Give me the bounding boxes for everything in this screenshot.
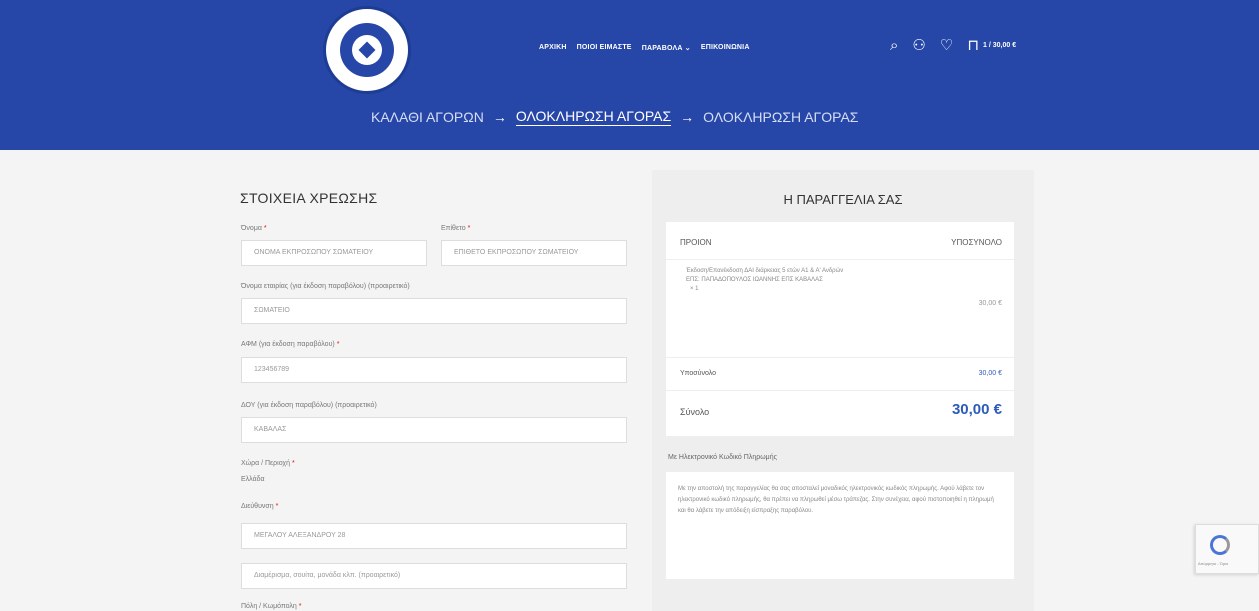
last-name-input[interactable]: ΕΠΙΘΕΤΟ ΕΚΠΡΟΣΩΠΟΥ ΣΩΜΑΤΕΙΟΥ	[441, 240, 627, 266]
city-label-text: Πόλη / Κωμόπολη	[241, 603, 297, 610]
step-checkout[interactable]: ΟΛΟΚΛΗΡΩΣΗ ΑΓΟΡΑΣ	[515, 108, 672, 126]
country-label-text: Χώρα / Περιοχή	[241, 460, 290, 467]
site-header: ΑΡΧΙΚΗ ΠΟΙΟΙ ΕΙΜΑΣΤΕ ΠΑΡΑΒΟΛΑ ⌄ ΕΠΙΚΟΙΝΩ…	[0, 0, 1259, 150]
country-label: Χώρα / Περιοχή *	[241, 460, 295, 467]
doy-input[interactable]: ΚΑΒΑΛΑΣ	[241, 417, 627, 443]
step-arrow-2: →	[680, 109, 695, 125]
header-icons: ⌕ ⚇ ♡ ⊓ 1 / 30,00 €	[890, 38, 1016, 53]
last-name-label-text: Επίθετο	[441, 225, 466, 232]
logo-emblem	[340, 23, 394, 77]
total-label: Σύνολο	[680, 407, 710, 417]
required-mark: *	[291, 460, 295, 467]
required-mark: *	[336, 341, 340, 348]
order-item-row: Έκδοση/Επανέκδοση ΔΑΙ διάρκειας 5 ετών Α…	[666, 260, 1014, 358]
first-name-label: Όνομα *	[241, 225, 267, 232]
afm-label: ΑΦΜ (για έκδοση παραβόλου) *	[241, 341, 339, 348]
required-mark: *	[467, 225, 471, 232]
federation-logo[interactable]	[323, 6, 411, 94]
product-price: 30,00 €	[978, 300, 1002, 307]
address-label: Διεύθυνση *	[241, 503, 278, 510]
main-nav: ΑΡΧΙΚΗ ΠΟΙΟΙ ΕΙΜΑΣΤΕ ΠΑΡΑΒΟΛΑ ⌄ ΕΠΙΚΟΙΝΩ…	[539, 44, 750, 52]
afm-input[interactable]: 123456789	[241, 357, 627, 383]
company-input[interactable]: ΣΩΜΑΤΕΙΟ	[241, 298, 627, 324]
doy-label: ΔΟΥ (για έκδοση παραβόλου) (προαιρετικό)	[241, 402, 377, 409]
payment-method-description-box: Με την αποστολή της παραγγελίας θα σας α…	[666, 472, 1014, 579]
order-title: Η ΠΑΡΑΓΓΕΛΙΑ ΣΑΣ	[783, 192, 903, 207]
billing-title: ΣΤΟΙΧΕΙΑ ΧΡΕΩΣΗΣ	[240, 190, 378, 206]
heart-icon[interactable]: ♡	[940, 38, 953, 53]
cart-total[interactable]: 1 / 30,00 €	[983, 42, 1016, 49]
product-name: Έκδοση/Επανέκδοση ΔΑΙ διάρκειας 5 ετών Α…	[686, 267, 846, 294]
total-value: 30,00 €	[951, 401, 1002, 418]
nav-home[interactable]: ΑΡΧΙΚΗ	[539, 44, 567, 52]
required-mark: *	[298, 603, 302, 610]
address-label-text: Διεύθυνση	[241, 503, 274, 510]
user-icon[interactable]: ⚇	[912, 38, 925, 53]
subtotal-label: Υποσύνολο	[680, 370, 716, 377]
order-summary-table: ΠΡΟΙΟΝ ΥΠΟΣΥΝΟΛΟ Έκδοση/Επανέκδοση ΔΑΙ δ…	[666, 222, 1014, 436]
payment-description: Με την αποστολή της παραγγελίας θα σας α…	[678, 486, 994, 514]
nav-fees[interactable]: ΠΑΡΑΒΟΛΑ ⌄	[642, 44, 691, 52]
payment-method-title[interactable]: Με Ηλεκτρονικό Κωδικό Πληρωμής	[668, 454, 777, 461]
recaptcha-text: Απόρρητο - Όροι	[1198, 561, 1229, 566]
step-complete: ΟΛΟΚΛΗΡΩΣΗ ΑΓΟΡΑΣ	[703, 109, 859, 125]
company-label: Όνομα εταιρίας (για έκδοση παραβόλου) (π…	[241, 283, 410, 290]
col-subtotal-header: ΥΠΟΣΥΝΟΛΟ	[951, 238, 1002, 247]
first-name-label-text: Όνομα	[241, 225, 262, 232]
recaptcha-icon	[1210, 535, 1230, 555]
nav-about[interactable]: ΠΟΙΟΙ ΕΙΜΑΣΤΕ	[577, 44, 632, 52]
col-product-header: ΠΡΟΙΟΝ	[680, 238, 712, 247]
required-mark: *	[275, 503, 279, 510]
last-name-label: Επίθετο *	[441, 225, 470, 232]
football-icon	[352, 35, 382, 65]
total-row: Σύνολο 30,00 €	[666, 391, 1014, 436]
product-name-text: Έκδοση/Επανέκδοση ΔΑΙ διάρκειας 5 ετών Α…	[686, 268, 844, 283]
city-label: Πόλη / Κωμόπολη *	[241, 603, 302, 610]
afm-label-text: ΑΦΜ (για έκδοση παραβόλου)	[241, 341, 335, 348]
required-mark: *	[263, 225, 267, 232]
subtotal-row: Υποσύνολο 30,00 €	[666, 358, 1014, 391]
first-name-input[interactable]: ΟΝΟΜΑ ΕΚΠΡΟΣΩΠΟΥ ΣΩΜΑΤΕΙΟΥ	[241, 240, 427, 266]
address2-input[interactable]: Διαμέρισμα, σουίτα, μονάδα κλπ. (προαιρε…	[241, 563, 627, 589]
checkout-steps: ΚΑΛΑΘΙ ΑΓΟΡΩΝ → ΟΛΟΚΛΗΡΩΣΗ ΑΓΟΡΑΣ → ΟΛΟΚ…	[371, 108, 858, 126]
subtotal-value: 30,00 €	[978, 370, 1002, 377]
shopping-bag-icon[interactable]: ⊓	[967, 38, 979, 53]
order-panel: Η ΠΑΡΑΓΓΕΛΙΑ ΣΑΣ ΠΡΟΙΟΝ ΥΠΟΣΥΝΟΛΟ Έκδοση…	[652, 170, 1034, 611]
step-arrow-1: →	[492, 109, 507, 125]
address-input[interactable]: ΜΕΓΑΛΟΥ ΑΛΕΞΑΝΔΡΟΥ 28	[241, 523, 627, 549]
recaptcha-badge[interactable]: Απόρρητο - Όροι	[1195, 524, 1259, 574]
nav-contact[interactable]: ΕΠΙΚΟΙΝΩΝΙΑ	[701, 44, 750, 52]
product-qty: × 1	[690, 286, 699, 292]
step-cart[interactable]: ΚΑΛΑΘΙ ΑΓΟΡΩΝ	[371, 109, 484, 125]
search-icon[interactable]: ⌕	[890, 38, 898, 53]
order-table-header: ΠΡΟΙΟΝ ΥΠΟΣΥΝΟΛΟ	[666, 222, 1014, 260]
country-value: Ελλάδα	[241, 476, 265, 483]
